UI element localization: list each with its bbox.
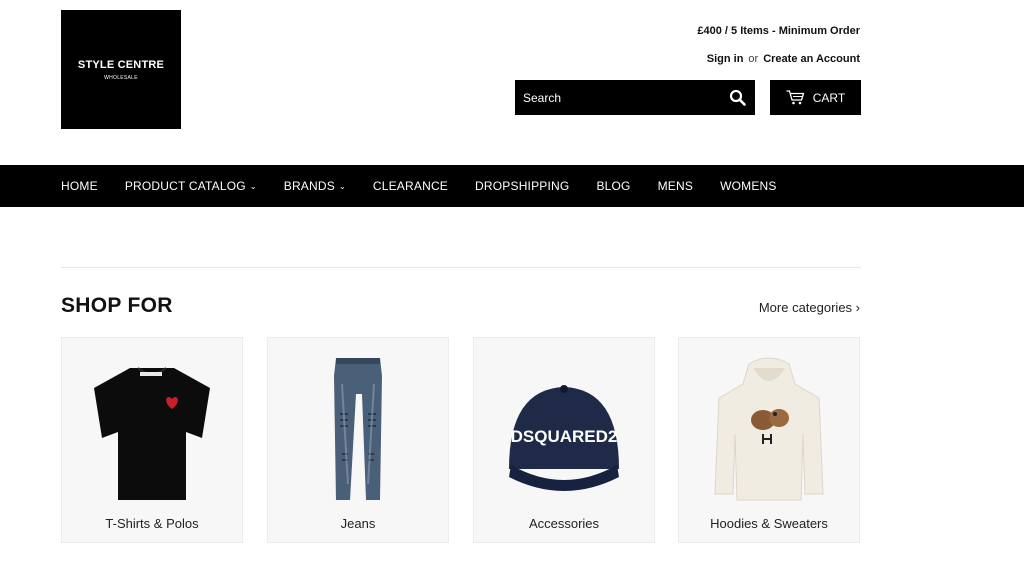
category-card-accessories[interactable]: DSQUARED2 Accessories xyxy=(473,337,655,543)
cap-image: DSQUARED2 xyxy=(474,346,654,512)
chevron-down-icon: ⌄ xyxy=(249,181,257,191)
nav-item-womens[interactable]: WOMENS xyxy=(720,179,777,193)
search-icon[interactable] xyxy=(727,88,747,108)
jeans-image xyxy=(268,346,448,512)
nav-item-label: BLOG xyxy=(596,179,631,193)
or-text: or xyxy=(748,53,759,65)
logo-subtitle: WHOLESALE xyxy=(104,74,138,81)
main-nav: HOME PRODUCT CATALOG ⌄ BRANDS ⌄ CLEARANCE … xyxy=(0,165,1024,207)
nav-item-label: BRANDS xyxy=(283,179,335,193)
chevron-down-icon: ⌄ xyxy=(338,181,346,191)
nav-item-label: CLEARANCE xyxy=(372,179,449,193)
minimum-order-notice: £400 / 5 Items - Minimum Order xyxy=(697,25,860,37)
category-grid: T-Shirts & Polos Jeans DSQUARED2 Accesso… xyxy=(61,337,861,543)
nav-item-mens[interactable]: MENS xyxy=(658,179,693,193)
search-input[interactable] xyxy=(523,90,727,105)
cart-icon xyxy=(786,90,805,105)
nav-item-home[interactable]: HOME xyxy=(61,179,98,193)
nav-item-label: WOMENS xyxy=(720,179,777,193)
nav-item-dropshipping[interactable]: DROPSHIPPING xyxy=(475,179,569,193)
category-label: T-Shirts & Polos xyxy=(105,516,199,531)
category-card-jeans[interactable]: Jeans xyxy=(267,337,449,543)
logo-title: STYLE CENTRE xyxy=(77,58,165,71)
nav-item-label: HOME xyxy=(61,179,98,193)
section-title: SHOP FOR xyxy=(61,294,173,317)
hoodie-image xyxy=(679,346,859,512)
cart-label: CART xyxy=(812,90,846,105)
sign-in-link[interactable]: Sign in xyxy=(707,53,744,65)
category-label: Hoodies & Sweaters xyxy=(710,516,828,531)
nav-item-label: MENS xyxy=(657,179,694,193)
nav-item-brands[interactable]: BRANDS ⌄ xyxy=(284,179,346,193)
category-label: Jeans xyxy=(340,516,376,531)
more-categories-link[interactable]: More categories › xyxy=(759,300,860,315)
cap-print: DSQUARED2 xyxy=(511,427,618,446)
create-account-link[interactable]: Create an Account xyxy=(763,53,860,65)
category-card-hoodies[interactable]: Hoodies & Sweaters xyxy=(678,337,860,543)
section-divider xyxy=(61,267,861,268)
category-label: Accessories xyxy=(528,516,600,531)
account-links: Sign in or Create an Account xyxy=(707,53,860,65)
nav-item-label: PRODUCT CATALOG xyxy=(124,179,246,193)
store-logo[interactable]: STYLE CENTRE WHOLESALE xyxy=(61,10,181,129)
tshirt-image xyxy=(62,346,242,512)
nav-item-blog[interactable]: BLOG xyxy=(596,179,630,193)
search-bar xyxy=(515,80,755,115)
category-card-tshirts[interactable]: T-Shirts & Polos xyxy=(61,337,243,543)
cart-button[interactable]: CART xyxy=(770,80,861,115)
nav-item-clearance[interactable]: CLEARANCE xyxy=(373,179,448,193)
nav-item-label: DROPSHIPPING xyxy=(475,179,570,193)
nav-item-product-catalog[interactable]: PRODUCT CATALOG ⌄ xyxy=(125,179,257,193)
